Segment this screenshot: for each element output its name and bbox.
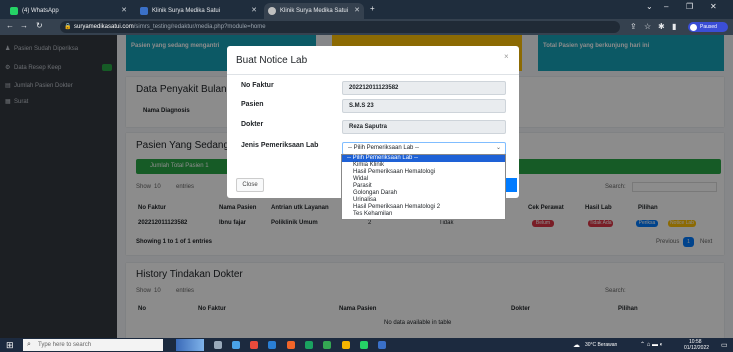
cloud-icon: ☁ [573,342,580,349]
tab-whatsapp[interactable]: (4) WhatsApp ✕ [6,3,131,19]
share-icon[interactable]: ⇪ [630,22,637,31]
no-faktur-field[interactable]: 202212011123582 [342,81,506,95]
globe-icon [268,7,276,15]
minimize-icon[interactable]: – [664,2,668,11]
edge-icon[interactable] [232,341,240,349]
field-label: Dokter [241,121,264,128]
weather-text[interactable]: 30°C Berawan [585,342,617,348]
avatar [690,24,697,31]
close-tab-icon[interactable]: ✕ [251,3,257,19]
extensions-icon[interactable]: ✱ [658,22,665,31]
url-bar[interactable]: 🔒 suryamedikasatui.com/simrs_testing/red… [60,21,620,33]
close-icon[interactable]: × [504,52,509,61]
address-toolbar: ← → ↻ 🔒 suryamedikasatui.com/simrs_testi… [0,19,733,35]
option-placeholder[interactable]: -- Pilih Pemeriksaan Lab -- [342,155,505,162]
tray-icons[interactable]: ⌃ ⌂ ▬ ◐ [640,341,663,348]
notification-icon[interactable]: ▭ [721,341,728,349]
field-label: No Faktur [241,82,274,89]
mail-icon[interactable] [268,341,276,349]
tab-label: Klinik Surya Medika Satui [280,8,349,14]
select-value: -- Pilih Pemeriksaan Lab -- [348,145,420,151]
back-icon[interactable]: ← [6,21,14,30]
taskbar: ⊞ ⌕ Type here to search ☁ 30°C Berawan ⌃… [0,338,733,352]
close-button[interactable]: Close [236,178,264,192]
sidepanel-icon[interactable]: ▮ [672,22,676,31]
modal-title: Buat Notice Lab [236,55,308,66]
office-icon[interactable] [250,341,258,349]
star-icon[interactable]: ☆ [644,22,651,31]
klinik-favicon-icon [140,7,148,15]
option-golongan-darah[interactable]: Golongan Darah [342,190,505,197]
windows-start-icon[interactable]: ⊞ [6,340,14,351]
search-icon: ⌕ [27,341,31,348]
close-window-icon[interactable]: ✕ [710,2,717,11]
option-tes-kehamilan[interactable]: Tes Kehamilan [342,211,505,218]
close-tab-icon[interactable]: ✕ [121,3,127,19]
option-widal[interactable]: Widal [342,176,505,183]
tab-label: Klinik Surya Medika Satui [152,8,221,14]
files-icon[interactable] [342,341,350,349]
tab-klinik-2[interactable]: Klinik Surya Medika Satui ✕ [264,3,364,19]
option-hematologi-2[interactable]: Hasil Pemeriksaan Hematologi 2 [342,204,505,211]
store-icon[interactable] [378,341,386,349]
chrome-icon[interactable] [305,341,313,349]
option-urinalisa[interactable]: Urinalisa [342,197,505,204]
option-parasit[interactable]: Parasit [342,183,505,190]
tab-search-icon[interactable]: ⌄ [646,2,653,11]
task-view-icon[interactable] [214,341,222,349]
option-kimia-klinik[interactable]: Kimia Klinik [342,162,505,169]
reload-icon[interactable]: ↻ [36,21,43,30]
search-placeholder: Type here to search [38,342,92,348]
url-host: suryamedikasatui.com [74,24,134,30]
new-tab-button[interactable]: + [370,4,375,13]
browser-tab-bar: (4) WhatsApp ✕ Klinik Surya Medika Satui… [0,0,733,19]
chrome-profile-icon[interactable] [323,341,331,349]
option-hematologi[interactable]: Hasil Pemeriksaan Hematologi [342,169,505,176]
dokter-field[interactable]: Reza Saputra [342,120,506,134]
forward-icon[interactable]: → [20,21,28,30]
pemeriksaan-dropdown-list: -- Pilih Pemeriksaan Lab -- Kimia Klinik… [341,154,506,220]
clock-date[interactable]: 01/12/2022 [684,345,709,351]
chevron-down-icon: ⌄ [495,145,501,151]
taskbar-search-input[interactable]: ⌕ Type here to search [23,339,163,351]
divider [227,74,519,75]
whatsapp-icon [10,7,18,15]
lock-icon: 🔒 [64,24,72,30]
pasien-field[interactable]: S.M.S 23 [342,99,506,113]
url-path: /simrs_testing/redaktur/media.php?module… [133,24,266,30]
tab-klinik-1[interactable]: Klinik Surya Medika Satui ✕ [136,3,261,19]
whatsapp-taskbar-icon[interactable] [360,341,368,349]
profile-label: Paused [700,24,717,30]
browser-app-icon[interactable] [287,341,295,349]
close-tab-icon[interactable]: ✕ [354,3,360,19]
tab-label: (4) WhatsApp [22,8,59,14]
maximize-icon[interactable]: ❐ [686,2,693,11]
field-label: Jenis Pemeriksaan Lab [241,142,319,149]
widget-image [176,339,204,351]
profile-paused-button[interactable]: Paused [688,22,728,32]
field-label: Pasien [241,101,264,108]
